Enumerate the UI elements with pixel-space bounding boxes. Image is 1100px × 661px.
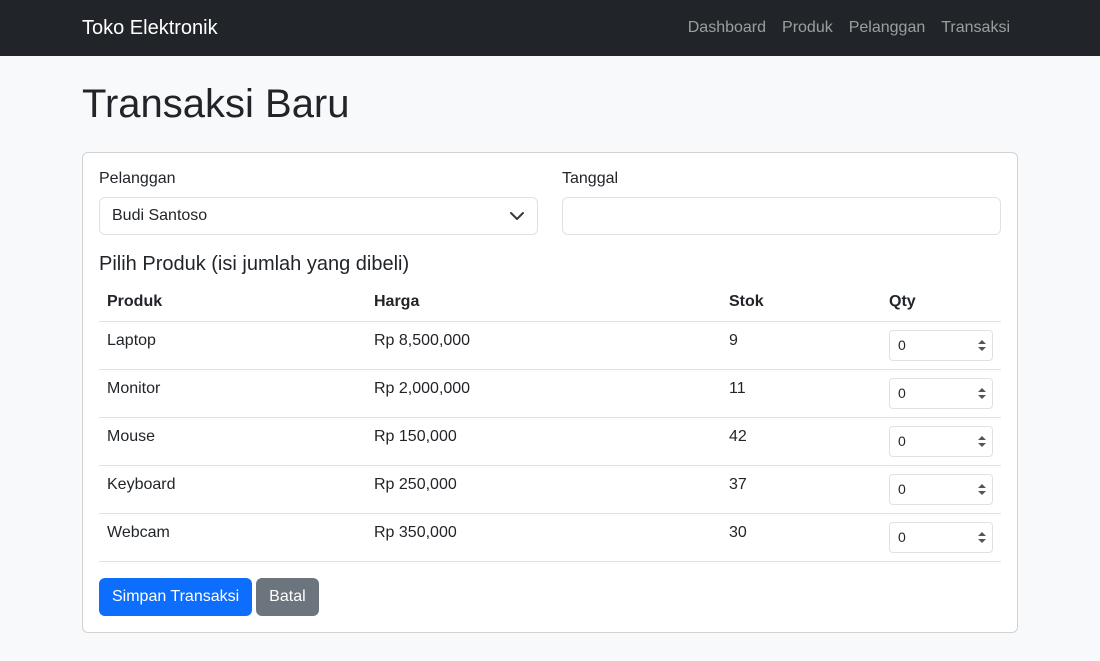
- qty-value: 0: [898, 337, 906, 353]
- table-row: Laptop Rp 8,500,000 9 0: [99, 321, 1001, 370]
- qty-input[interactable]: 0: [889, 425, 993, 457]
- qty-cell: 0: [881, 369, 1001, 418]
- nav-link-pelanggan[interactable]: Pelanggan: [841, 11, 934, 45]
- nav-link-transaksi[interactable]: Transaksi: [933, 11, 1018, 45]
- navbar: Toko Elektronik Dashboard Produk Pelangg…: [0, 0, 1100, 56]
- products-heading: Pilih Produk (isi jumlah yang dibeli): [99, 253, 410, 275]
- product-name: Webcam: [99, 513, 366, 562]
- header-harga: Harga: [366, 284, 721, 322]
- qty-cell: 0: [881, 321, 1001, 370]
- customer-selected-value: Budi Santoso: [112, 207, 208, 224]
- qty-input[interactable]: 0: [889, 329, 993, 361]
- spinner-arrows-icon[interactable]: [978, 483, 986, 495]
- qty-value: 0: [898, 385, 906, 401]
- product-price: Rp 350,000: [366, 513, 721, 562]
- date-label: Tanggal: [562, 170, 619, 187]
- product-stock: 42: [721, 417, 881, 466]
- table-row: Monitor Rp 2,000,000 11 0: [99, 369, 1001, 418]
- date-field-group: Tanggal: [562, 169, 1001, 235]
- product-name: Laptop: [99, 321, 366, 370]
- main-content: Transaksi Baru Pelanggan Budi Santoso Ta…: [70, 80, 1030, 633]
- qty-value: 0: [898, 529, 906, 545]
- save-transaction-button[interactable]: Simpan Transaksi: [99, 577, 253, 616]
- qty-cell: 0: [881, 513, 1001, 562]
- form-row: Pelanggan Budi Santoso Tanggal: [99, 169, 1001, 235]
- cancel-button[interactable]: Batal: [256, 577, 319, 616]
- nav-link-produk[interactable]: Produk: [774, 11, 841, 45]
- product-price: Rp 250,000: [366, 465, 721, 514]
- product-name: Mouse: [99, 417, 366, 466]
- table-row: Mouse Rp 150,000 42 0: [99, 417, 1001, 466]
- table-header-row: Produk Harga Stok Qty: [99, 284, 1001, 322]
- qty-value: 0: [898, 433, 906, 449]
- header-stok: Stok: [721, 284, 881, 322]
- nav-link-dashboard[interactable]: Dashboard: [680, 11, 774, 45]
- qty-input[interactable]: 0: [889, 473, 993, 505]
- products-table: Produk Harga Stok Qty Laptop Rp 8,500,00…: [99, 284, 1001, 562]
- customer-select[interactable]: Budi Santoso: [99, 197, 538, 235]
- product-stock: 9: [721, 321, 881, 370]
- qty-input[interactable]: 0: [889, 377, 993, 409]
- spinner-arrows-icon[interactable]: [978, 339, 986, 351]
- spinner-arrows-icon[interactable]: [978, 435, 986, 447]
- form-actions: Simpan Transaksi Batal: [99, 577, 1001, 616]
- table-row: Keyboard Rp 250,000 37 0: [99, 465, 1001, 514]
- transaction-form-card: Pelanggan Budi Santoso Tanggal Pilih Pro…: [82, 152, 1018, 633]
- customer-field-group: Pelanggan Budi Santoso: [99, 169, 538, 235]
- page-title: Transaksi Baru: [82, 82, 350, 126]
- product-name: Monitor: [99, 369, 366, 418]
- customer-label: Pelanggan: [99, 170, 176, 187]
- spinner-arrows-icon[interactable]: [978, 531, 986, 543]
- spinner-arrows-icon[interactable]: [978, 387, 986, 399]
- product-price: Rp 2,000,000: [366, 369, 721, 418]
- product-stock: 30: [721, 513, 881, 562]
- product-name: Keyboard: [99, 465, 366, 514]
- qty-cell: 0: [881, 465, 1001, 514]
- qty-value: 0: [898, 481, 906, 497]
- qty-input[interactable]: 0: [889, 521, 993, 553]
- chevron-down-icon: [510, 212, 524, 220]
- header-produk: Produk: [99, 284, 366, 322]
- product-price: Rp 150,000: [366, 417, 721, 466]
- date-input[interactable]: [562, 197, 1001, 235]
- header-qty: Qty: [881, 284, 1001, 322]
- table-row: Webcam Rp 350,000 30 0: [99, 513, 1001, 562]
- product-stock: 11: [721, 369, 881, 418]
- qty-cell: 0: [881, 417, 1001, 466]
- brand-link[interactable]: Toko Elektronik: [82, 17, 218, 40]
- navbar-inner: Toko Elektronik Dashboard Produk Pelangg…: [70, 11, 1030, 45]
- product-price: Rp 8,500,000: [366, 321, 721, 370]
- nav-links: Dashboard Produk Pelanggan Transaksi: [680, 11, 1018, 45]
- product-stock: 37: [721, 465, 881, 514]
